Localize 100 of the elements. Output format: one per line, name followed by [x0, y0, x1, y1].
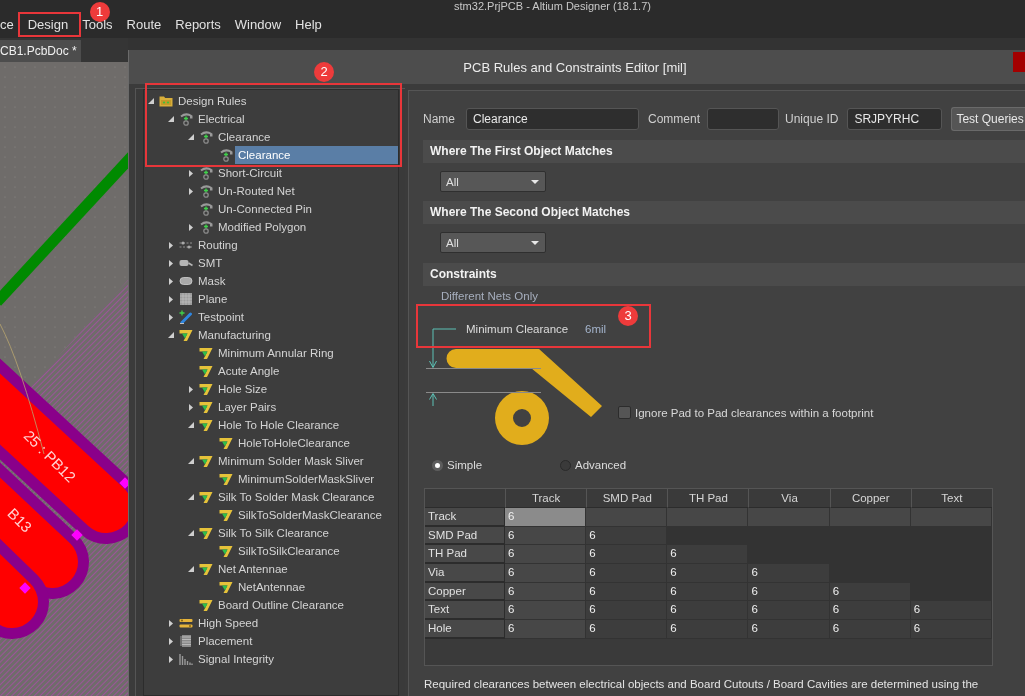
caret-right-icon[interactable]	[189, 223, 193, 231]
tree-item[interactable]: Net Antennae	[215, 560, 291, 578]
tree-item[interactable]: Mask	[195, 272, 229, 290]
tree-item[interactable]: Silk To Silk Clearance	[215, 524, 332, 542]
matrix-cell[interactable]: 6	[829, 620, 911, 639]
tree-item[interactable]: Manufacturing	[195, 326, 274, 344]
matrix-cell[interactable]: 6	[505, 564, 587, 583]
net-scope-text[interactable]: Different Nets Only	[441, 290, 538, 303]
caret-right-icon[interactable]	[169, 259, 173, 267]
tree-item[interactable]: Signal Integrity	[195, 650, 278, 668]
caret-right-icon[interactable]	[169, 313, 173, 321]
matrix-cell[interactable]: 6	[505, 620, 587, 639]
caret-down-icon[interactable]	[188, 530, 194, 536]
caret-right-icon[interactable]	[189, 187, 193, 195]
matrix-cell[interactable]: 6	[748, 601, 830, 621]
matrix-cell[interactable]: 6	[748, 564, 830, 583]
plug-icon	[199, 166, 213, 180]
caret-right-icon[interactable]	[169, 619, 173, 627]
tree-item[interactable]: Minimum Solder Mask Sliver	[215, 452, 367, 470]
tree-item[interactable]: Clearance	[235, 146, 398, 164]
tree-item[interactable]: Modified Polygon	[215, 218, 310, 236]
tree-item[interactable]: Clearance	[215, 128, 274, 146]
tree-item[interactable]: Minimum Annular Ring	[215, 344, 337, 362]
caret-right-icon[interactable]	[169, 637, 173, 645]
plug-icon	[199, 130, 213, 144]
caret-down-icon[interactable]	[188, 566, 194, 572]
menu-item[interactable]: ce	[0, 18, 14, 32]
clearance-label: Minimum Clearance	[466, 323, 569, 336]
caret-down-icon[interactable]	[188, 134, 194, 140]
matrix-cell[interactable]: 6	[505, 545, 587, 565]
tree-item[interactable]: SMT	[195, 254, 226, 272]
caret-right-icon[interactable]	[189, 385, 193, 393]
caret-down-icon[interactable]	[188, 458, 194, 464]
matrix-cell[interactable]: 6	[829, 601, 911, 621]
tree-item[interactable]: SilkToSolderMaskClearance	[235, 506, 385, 524]
checkbox[interactable]	[618, 406, 631, 419]
section-header: Constraints	[423, 263, 1025, 286]
caret-down-icon[interactable]	[188, 422, 194, 428]
matrix-cell[interactable]: 6	[667, 620, 749, 639]
matrix-cell[interactable]: 6	[586, 620, 668, 639]
test-queries-button[interactable]: Test Queries	[951, 107, 1025, 131]
matrix-cell[interactable]: 6	[910, 601, 992, 621]
tree-item[interactable]: SilkToSilkClearance	[235, 542, 343, 560]
tree-item[interactable]: Un-Connected Pin	[215, 200, 315, 218]
caret-down-icon	[531, 240, 539, 245]
tree-item[interactable]: High Speed	[195, 614, 262, 632]
tree-item[interactable]: Hole Size	[215, 380, 271, 398]
menu-item[interactable]: Window	[234, 18, 282, 32]
tree-item[interactable]: HoleToHoleClearance	[235, 434, 353, 452]
menu-item[interactable]: Reports	[175, 18, 221, 32]
tree-item[interactable]: Layer Pairs	[215, 398, 280, 416]
matrix-cell[interactable]: 6	[667, 545, 749, 565]
query-dropdown[interactable]: All	[440, 171, 546, 192]
tree-item[interactable]: Plane	[195, 290, 231, 308]
menu-item[interactable]: Help	[295, 18, 322, 32]
caret-down-icon[interactable]	[188, 494, 194, 500]
caret-right-icon[interactable]	[169, 295, 173, 303]
radio-button[interactable]	[432, 459, 443, 471]
caret-down-icon[interactable]	[168, 332, 174, 338]
caret-down-icon[interactable]	[148, 98, 154, 104]
tree-item[interactable]: NetAntennae	[235, 578, 309, 596]
name-field[interactable]: Clearance	[466, 108, 639, 130]
unique-id-field[interactable]: SRJPYRHC	[847, 108, 943, 130]
menu-item[interactable]: Design	[27, 18, 69, 32]
tree-item[interactable]: Electrical	[195, 110, 248, 128]
tree-item[interactable]: MinimumSolderMaskSliver	[235, 470, 378, 488]
tree-item[interactable]: Acute Angle	[215, 362, 283, 380]
matrix-cell[interactable]: 6	[586, 545, 668, 565]
tree-item[interactable]: Short-Circuit	[215, 164, 285, 182]
field-label: Name	[423, 112, 455, 126]
tree-item[interactable]: Placement	[195, 632, 256, 650]
tree-item[interactable]: Board Outline Clearance	[215, 596, 347, 614]
caret-right-icon[interactable]	[189, 403, 193, 411]
tree-item[interactable]: Silk To Solder Mask Clearance	[215, 488, 378, 506]
plug-icon	[199, 184, 213, 198]
comment-field[interactable]	[707, 108, 780, 130]
angled-flag-icon	[199, 400, 213, 414]
matrix-cell[interactable]: 6	[910, 620, 992, 639]
angled-flag-icon	[199, 382, 213, 396]
caret-right-icon[interactable]	[169, 277, 173, 285]
matrix-cell[interactable]: 6	[667, 601, 749, 621]
probe-pen-icon	[179, 310, 193, 324]
caret-down-icon[interactable]	[168, 116, 174, 122]
tree-item[interactable]: Hole To Hole Clearance	[215, 416, 343, 434]
caret-right-icon[interactable]	[189, 169, 193, 177]
tree-item[interactable]: Un-Routed Net	[215, 182, 298, 200]
matrix-cell[interactable]: 6	[586, 564, 668, 583]
clearance-value[interactable]: 6mil	[585, 323, 607, 336]
tree-item[interactable]: Design Rules	[175, 92, 250, 110]
caret-right-icon[interactable]	[169, 655, 173, 663]
matrix-cell[interactable]: 6	[667, 564, 749, 583]
document-tab[interactable]: CB1.PcbDoc *	[0, 40, 81, 62]
matrix-cell[interactable]: 6	[586, 601, 668, 621]
matrix-cell[interactable]: 6	[505, 601, 587, 621]
query-dropdown[interactable]: All	[440, 232, 546, 253]
matrix-cell[interactable]: 6	[748, 620, 830, 639]
tree-item[interactable]: Testpoint	[195, 308, 248, 326]
caret-right-icon[interactable]	[169, 241, 173, 249]
menu-item[interactable]: Route	[126, 18, 162, 32]
tree-item[interactable]: Routing	[195, 236, 241, 254]
